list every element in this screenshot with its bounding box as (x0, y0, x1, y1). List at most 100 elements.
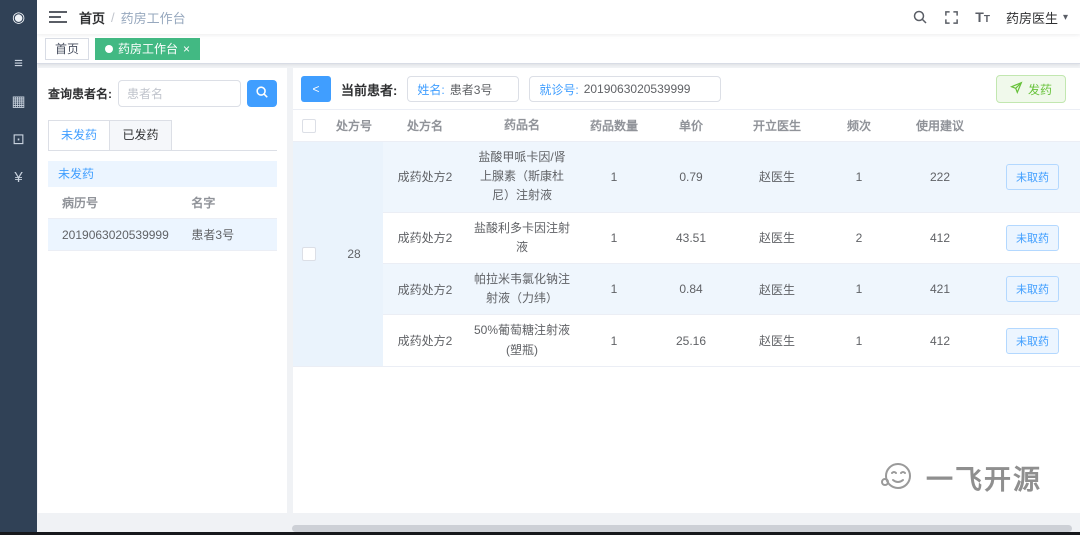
tag-label: 药房工作台 (118, 42, 179, 56)
pharmacy-workbench-app: ◉ ≡ ▦ ⊡ ¥ 首页 / 药房工作台 TT 药房医生 ▾ 首页 药房工作台 … (0, 0, 1080, 535)
drug-name: 帕拉米韦氯化钠注射液（力纬） (473, 271, 570, 306)
drug-qty: 1 (610, 333, 618, 348)
search-icon (255, 85, 269, 102)
name-value: 患者3号 (449, 82, 493, 97)
not-dispensed-button[interactable]: 未取药 (1006, 276, 1059, 303)
breadcrumb-separator: / (111, 9, 115, 25)
patient-list-header: 病历号 名字 (48, 187, 277, 219)
drug-name: 盐酸利多卡因注射液 (473, 220, 570, 254)
column-advice: 使用建议 (915, 119, 964, 133)
usage-advice: 412 (929, 230, 951, 245)
frequency: 1 (855, 333, 863, 348)
prescription-no: 28 (347, 246, 361, 261)
send-icon (1009, 81, 1023, 97)
drug-price: 0.84 (679, 282, 703, 297)
column-drug: 药品名 (503, 117, 540, 132)
drug-name: 盐酸甲哌卡因/肾上腺素（斯康杜尼）注射液 (478, 150, 566, 203)
user-dropdown[interactable]: 药房医生 ▾ (1006, 8, 1068, 27)
patient-query-row: 查询患者名: (48, 80, 277, 107)
frequency: 2 (855, 230, 863, 245)
dashboard-icon[interactable]: ◉ (0, 0, 37, 34)
drug-price: 25.16 (675, 333, 707, 348)
drug-rows: 成药处方2 盐酸甲哌卡因/肾上腺素（斯康杜尼）注射液 1 0.79 赵医生 1 … (383, 142, 1080, 366)
visit-number-field[interactable]: 就诊号: 2019063020539999 (529, 76, 722, 102)
table-row[interactable]: 成药处方2 盐酸甲哌卡因/肾上腺素（斯康杜尼）注射液 1 0.79 赵医生 1 … (383, 142, 1080, 213)
dispense-label: 发药 (1027, 82, 1052, 97)
not-dispensed-button[interactable]: 未取药 (1006, 224, 1059, 251)
patient-list-item[interactable]: 2019063020539999 患者3号 (48, 219, 277, 251)
table-row[interactable]: 成药处方2 帕拉米韦氯化钠注射液（力纬） 1 0.84 赵医生 1 421 未取… (383, 263, 1080, 316)
search-icon[interactable] (912, 9, 928, 25)
patient-search-button[interactable] (247, 80, 277, 107)
query-label: 查询患者名: (48, 87, 112, 101)
rx-name: 成药处方2 (397, 170, 453, 185)
money-icon[interactable]: ¥ (0, 158, 37, 196)
patient-name-field[interactable]: 姓名: 患者3号 (407, 76, 520, 102)
visit-label: 就诊号: (539, 82, 579, 97)
drug-qty: 1 (610, 169, 618, 184)
tab-dispensed[interactable]: 已发药 (110, 120, 173, 150)
drug-price: 0.79 (679, 169, 703, 184)
patient-record-no: 2019063020539999 (62, 227, 169, 242)
fullscreen-icon[interactable] (944, 10, 959, 25)
usage-advice: 412 (929, 333, 951, 348)
active-dot-icon (105, 44, 114, 53)
hamburger-icon[interactable] (49, 9, 67, 25)
tag-pharmacy-workbench[interactable]: 药房工作台 × (95, 37, 201, 60)
current-patient-bar: < 当前患者: 姓名: 患者3号 就诊号: 2019063020539999 发… (293, 68, 1080, 109)
breadcrumb-current: 药房工作台 (120, 10, 186, 26)
drug-qty: 1 (610, 282, 618, 297)
usage-advice: 421 (929, 282, 951, 297)
drug-name: 50%葡萄糖注射液(塑瓶) (473, 323, 571, 357)
patient-panel: 查询患者名: 未发药 已发药 未发药 病历号 名字 (38, 68, 287, 513)
font-size-small: T (983, 14, 990, 25)
column-rx-no: 处方号 (335, 119, 372, 133)
horizontal-scrollbar (37, 523, 1080, 535)
rx-name: 成药处方2 (397, 231, 453, 246)
back-button[interactable]: < (301, 76, 331, 102)
patient-name: 患者3号 (191, 228, 235, 242)
dispense-button[interactable]: 发药 (995, 75, 1066, 103)
doctor: 赵医生 (758, 231, 795, 246)
doctor: 赵医生 (758, 170, 795, 185)
list-title: 未发药 (48, 161, 277, 187)
patient-name-input[interactable] (118, 80, 241, 107)
frequency: 1 (855, 282, 863, 297)
doctor: 赵医生 (758, 282, 795, 297)
current-patient-label: 当前患者: (341, 82, 398, 98)
merged-cells: 28 (293, 142, 383, 366)
frequency: 1 (855, 169, 863, 184)
visit-value: 2019063020539999 (583, 82, 691, 96)
not-dispensed-button[interactable]: 未取药 (1006, 163, 1059, 190)
select-all-checkbox[interactable] (302, 118, 316, 133)
row-checkbox[interactable] (302, 246, 316, 261)
table-row[interactable]: 成药处方2 盐酸利多卡因注射液 1 43.51 赵医生 2 412 未取药 (383, 213, 1080, 264)
main-column: 首页 / 药房工作台 TT 药房医生 ▾ 首页 药房工作台 × 查询患者名: 患… (37, 0, 1080, 535)
navbar-right: TT 药房医生 ▾ (912, 8, 1068, 27)
column-qty: 药品数量 (589, 119, 638, 133)
column-name: 名字 (191, 196, 216, 210)
prescription-panel: < 当前患者: 姓名: 患者3号 就诊号: 2019063020539999 发… (293, 68, 1080, 513)
table-row[interactable]: 成药处方2 50%葡萄糖注射液(塑瓶) 1 25.16 赵医生 1 412 未取… (383, 315, 1080, 365)
rx-name: 成药处方2 (397, 334, 453, 348)
rx-name: 成药处方2 (397, 282, 453, 297)
tab-not-dispensed[interactable]: 未发药 (48, 120, 111, 150)
table-header-row: 处方号 处方名 药品名 药品数量 单价 开立医生 频次 使用建议 (293, 110, 1080, 142)
content: 查询患者名: 未发药 已发药 未发药 病历号 名字 (37, 64, 1080, 523)
table-icon[interactable]: ▦ (0, 82, 37, 120)
column-doctor: 开立医生 (752, 119, 801, 133)
not-dispensed-button[interactable]: 未取药 (1006, 327, 1059, 354)
column-freq: 频次 (846, 119, 871, 133)
doctor: 赵医生 (758, 334, 795, 348)
edit-icon[interactable]: ⊡ (0, 120, 37, 158)
tag-home[interactable]: 首页 (45, 37, 90, 60)
breadcrumb-home[interactable]: 首页 (79, 8, 105, 27)
user-name: 药房医生 (1005, 10, 1058, 26)
font-size-icon[interactable]: TT (975, 9, 990, 25)
drug-qty: 1 (610, 230, 618, 245)
close-icon[interactable]: × (183, 43, 190, 55)
watermark: 一飞开源 (878, 458, 1042, 497)
scrollbar-thumb[interactable] (292, 525, 1072, 532)
form-icon[interactable]: ≡ (0, 44, 37, 82)
caret-down-icon: ▾ (1062, 11, 1068, 23)
